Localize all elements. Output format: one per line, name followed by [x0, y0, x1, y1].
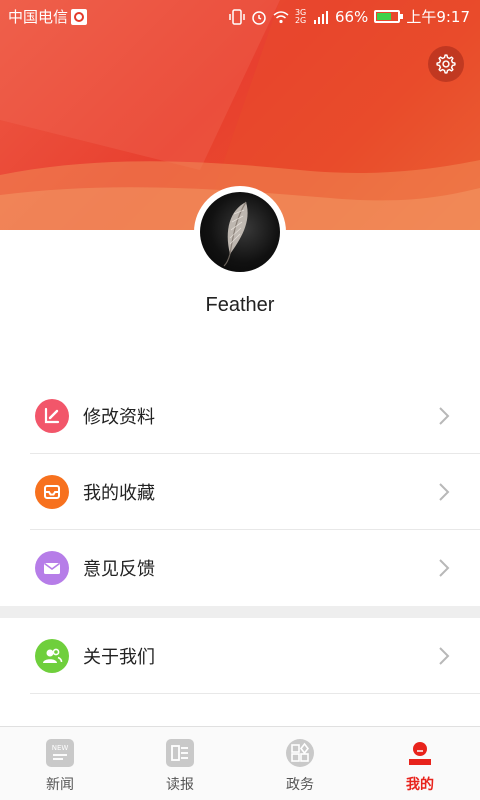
tab-newspaper[interactable]: 读报: [120, 727, 240, 800]
chevron-right-icon: [439, 483, 450, 501]
chevron-right-icon: [439, 407, 450, 425]
menu-item-label: 修改资料: [83, 407, 155, 428]
alarm-icon: [252, 10, 266, 25]
menu-item-feedback[interactable]: 意见反馈: [0, 530, 480, 606]
tab-label: 我的: [406, 777, 434, 793]
menu-item-label: 关于我们: [83, 647, 155, 668]
menu-item-about-us[interactable]: 关于我们: [0, 618, 480, 694]
tab-label: 政务: [286, 777, 314, 793]
settings-button[interactable]: [428, 46, 464, 82]
tab-label: 新闻: [46, 777, 74, 793]
clock: 上午9:17: [406, 8, 470, 26]
bottom-tab-bar: NEW 新闻 读报 政务 我的: [0, 726, 480, 800]
edit-icon: [35, 399, 69, 433]
news-icon: NEW: [46, 739, 74, 767]
menu-item-label: 我的收藏: [83, 483, 155, 504]
carrier-name: 中国电信: [8, 8, 69, 26]
chevron-right-icon: [439, 647, 450, 665]
shapes-icon: [286, 739, 314, 767]
feather-image-icon: [223, 201, 248, 267]
tab-mine[interactable]: 我的: [360, 727, 480, 800]
tab-news[interactable]: NEW 新闻: [0, 727, 120, 800]
menu-item-edit-profile[interactable]: 修改资料: [0, 378, 480, 454]
signal-icon: [313, 10, 328, 24]
tab-government[interactable]: 政务: [240, 727, 360, 800]
avatar[interactable]: [200, 192, 280, 272]
menu-item-label: 意见反馈: [83, 559, 155, 580]
chevron-right-icon: [439, 559, 450, 577]
wifi-icon: [273, 10, 289, 23]
mail-icon: [35, 551, 69, 585]
avatar-frame[interactable]: [194, 186, 286, 278]
divider: [30, 693, 480, 694]
gear-icon: [436, 54, 456, 74]
battery-icon: [374, 10, 404, 23]
users-icon: [35, 639, 69, 673]
carrier: 中国电信: [8, 6, 88, 27]
newspaper-icon: [166, 739, 194, 767]
network-type: 3G 2G: [294, 7, 307, 25]
vibrate-icon: [229, 8, 245, 25]
username: Feather: [205, 294, 275, 316]
carrier-logo-icon: [71, 8, 88, 25]
news-badge-text: NEW: [52, 744, 69, 752]
profile-icon: [406, 739, 434, 767]
tab-label: 读报: [166, 777, 194, 793]
status-indicators: 3G 2G 66% 上午9:17: [229, 6, 470, 27]
inbox-icon: [35, 475, 69, 509]
menu-item-favorites[interactable]: 我的收藏: [0, 454, 480, 530]
section-separator: [0, 606, 480, 618]
status-bar: 中国电信 3G 2G 66% 上午9:17: [0, 0, 480, 32]
battery-percent: 66%: [334, 7, 369, 26]
